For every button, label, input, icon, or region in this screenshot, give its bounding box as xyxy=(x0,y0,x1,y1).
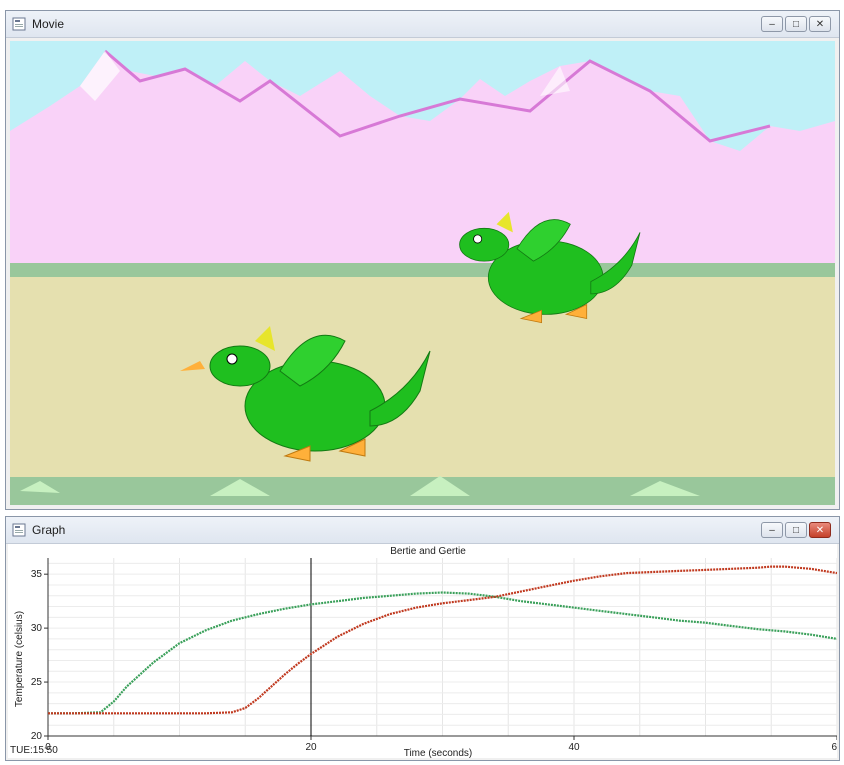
movie-scene xyxy=(10,41,835,505)
y-tick-label: 35 xyxy=(31,569,43,580)
minimize-button[interactable]: – xyxy=(761,16,783,32)
maximize-button[interactable]: □ xyxy=(785,16,807,32)
movie-title: Movie xyxy=(32,17,65,31)
y-tick-label: 20 xyxy=(31,731,43,742)
close-icon: ✕ xyxy=(815,18,825,30)
chart-grid xyxy=(47,558,837,737)
y-tick-label: 30 xyxy=(31,623,43,634)
app-icon xyxy=(12,17,26,31)
temperature-chart[interactable]: Bertie and Gertie Temperature (celsius) … xyxy=(8,544,837,758)
status-time: TUE:15:50 xyxy=(10,745,58,756)
far-grass xyxy=(10,263,835,277)
graph-title: Graph xyxy=(32,523,66,537)
app-icon xyxy=(12,523,26,537)
y-tick-label: 25 xyxy=(31,677,43,688)
x-tick-label: 20 xyxy=(305,742,317,753)
minimize-icon: – xyxy=(769,524,775,536)
y-axis-label: Temperature (celsius) xyxy=(14,611,25,707)
chart-title: Bertie and Gertie xyxy=(390,546,466,557)
minimize-icon: – xyxy=(769,18,775,30)
movie-titlebar[interactable]: Movie – □ ✕ xyxy=(6,11,839,38)
minimize-button[interactable]: – xyxy=(761,522,783,538)
graph-titlebar[interactable]: Graph – □ ✕ xyxy=(6,517,839,544)
close-icon: ✕ xyxy=(815,524,825,536)
x-tick-label: 60 xyxy=(831,742,837,753)
x-axis-label: Time (seconds) xyxy=(404,748,473,758)
close-button[interactable]: ✕ xyxy=(809,16,831,32)
chart-ticks: 020406020253035 xyxy=(31,558,837,753)
maximize-button[interactable]: □ xyxy=(785,522,807,538)
maximize-icon: □ xyxy=(792,18,800,30)
movie-window: Movie – □ ✕ xyxy=(5,10,840,510)
maximize-icon: □ xyxy=(792,524,800,536)
graph-panel: Bertie and Gertie Temperature (celsius) … xyxy=(8,544,837,758)
graph-window: Graph – □ ✕ Bertie and Gertie Temperatur… xyxy=(5,516,840,761)
movie-canvas xyxy=(10,41,835,505)
close-button[interactable]: ✕ xyxy=(809,522,831,538)
x-tick-label: 40 xyxy=(568,742,580,753)
